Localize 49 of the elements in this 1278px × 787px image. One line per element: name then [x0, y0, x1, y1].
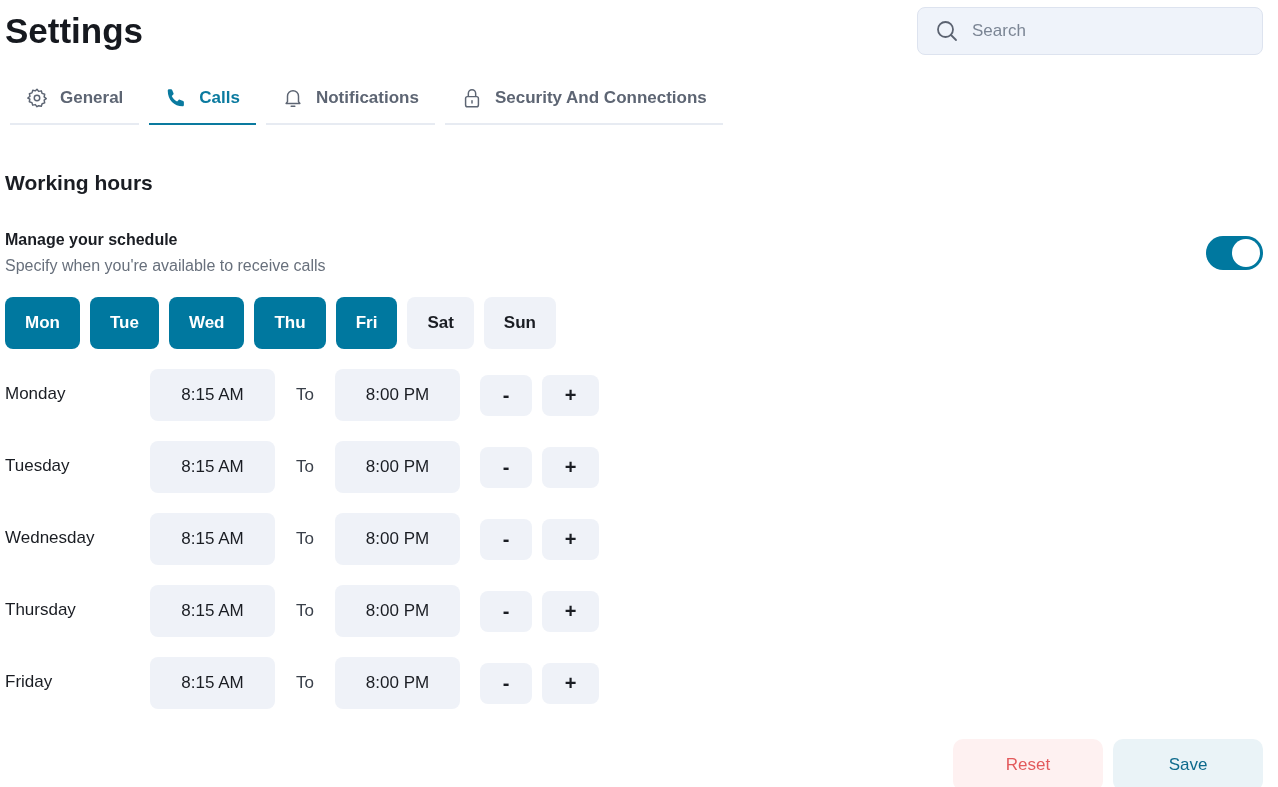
search-field[interactable]: Search [917, 7, 1263, 55]
save-button[interactable]: Save [1113, 739, 1263, 787]
gear-icon [26, 87, 48, 109]
separator-label: To [295, 601, 315, 621]
time-field[interactable]: 8:15 AM [150, 441, 275, 493]
decrement-button[interactable]: - [480, 518, 532, 560]
day-label: Friday [5, 672, 54, 692]
separator-label: To [295, 385, 315, 405]
tab[interactable]: Notifications [265, 73, 435, 125]
day-chip[interactable]: Fri [335, 297, 398, 349]
setting-label: Manage your schedule [5, 231, 179, 249]
tab[interactable]: Calls [149, 73, 256, 125]
day-chip[interactable]: Sat [407, 297, 474, 349]
time-field[interactable]: 8:00 PM [335, 657, 460, 709]
tab[interactable]: Security And Connections [444, 73, 723, 125]
time-field[interactable]: 8:15 AM [150, 585, 275, 637]
time-field[interactable]: 8:00 PM [335, 369, 460, 421]
increment-button[interactable]: + [542, 446, 599, 488]
day-label: Wednesday [5, 528, 96, 548]
section-heading: Working hours [5, 171, 154, 195]
day-label: Tuesday [5, 456, 71, 476]
increment-button[interactable]: + [542, 374, 599, 416]
page-title: Settings [5, 11, 144, 51]
decrement-button[interactable]: - [480, 446, 532, 488]
decrement-button[interactable]: - [480, 590, 532, 632]
tab[interactable]: General [10, 73, 140, 125]
decrement-button[interactable]: - [480, 374, 532, 416]
increment-button[interactable]: + [542, 662, 599, 704]
increment-button[interactable]: + [542, 518, 599, 560]
day-label: Thursday [5, 600, 77, 620]
day-chip[interactable]: Mon [5, 297, 80, 349]
separator-label: To [295, 457, 315, 477]
time-field[interactable]: 8:00 PM [335, 513, 460, 565]
time-field[interactable]: 8:15 AM [150, 513, 275, 565]
time-field[interactable]: 8:00 PM [335, 585, 460, 637]
time-field[interactable]: 8:15 AM [150, 369, 275, 421]
time-field[interactable]: 8:15 AM [150, 657, 275, 709]
day-chip[interactable]: Sun [483, 297, 556, 349]
day-chip[interactable]: Tue [89, 297, 159, 349]
separator-label: To [295, 673, 315, 693]
increment-button[interactable]: + [542, 590, 599, 632]
toggle-switch[interactable] [1206, 236, 1263, 270]
separator-label: To [295, 529, 315, 549]
day-label: Monday [5, 384, 67, 404]
time-field[interactable]: 8:00 PM [335, 441, 460, 493]
setting-description: Specify when you're available to receive calls [5, 257, 326, 275]
decrement-button[interactable]: - [480, 662, 532, 704]
day-chip[interactable]: Thu [254, 297, 326, 349]
day-chip[interactable]: Wed [168, 297, 245, 349]
